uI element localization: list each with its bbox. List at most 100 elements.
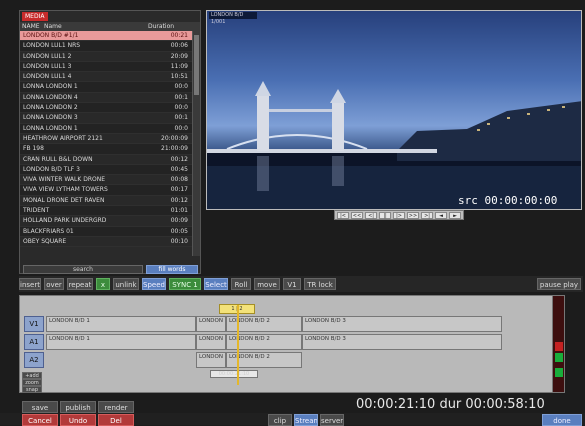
transport-button[interactable]: |< — [337, 212, 349, 219]
clip-duration: 00:1 — [174, 114, 188, 122]
timeline[interactable]: V1 LONDON B/D 1 LONDON B LONDON B/D 2 LONDON… — [19, 295, 565, 393]
toolbar-button[interactable]: Select — [204, 278, 228, 290]
toolbar-button[interactable]: unlink — [113, 278, 139, 290]
search-button[interactable]: search — [23, 265, 143, 274]
bin-row[interactable]: OBEY SQUARE 00:10 — [20, 236, 192, 248]
toolbar-button[interactable]: V1 — [283, 278, 301, 290]
toolbar-button[interactable]: over — [44, 278, 64, 290]
transport-button[interactable]: || — [379, 212, 391, 219]
bin-row[interactable]: VIVA VIEW LYTHAM TOWERS 00:17 — [20, 185, 192, 196]
mode-button[interactable]: server — [320, 414, 344, 426]
timeline-clip[interactable]: LONDON B — [196, 316, 226, 332]
bottom-button[interactable]: Del — [98, 414, 134, 426]
timeline-sub-button[interactable]: zoom — [22, 379, 42, 386]
edit-toolbar: insert over repeat x unlink Speed SYNC 1 Select… — [19, 276, 583, 292]
bin-row[interactable]: LONDON LUL1 NRS 00:06 — [20, 41, 192, 52]
bin-row[interactable]: VIVA WINTER WALK DRONE 00:08 — [20, 175, 192, 186]
filter-button[interactable]: fill words — [146, 265, 198, 274]
clip-duration: 00:45 — [170, 165, 188, 173]
playhead-timecode: 00:00:21:10 — [210, 370, 258, 378]
clip-name: MONAL DRONE DET RAVEN — [23, 196, 105, 204]
toolbar-button[interactable]: x — [96, 278, 110, 290]
timeline-clip[interactable]: LONDON B/D 3 — [302, 316, 502, 332]
mode-button[interactable]: clip — [268, 414, 292, 426]
toolbar-button[interactable]: TR lock — [304, 278, 336, 290]
column-header-name[interactable]: Name — [44, 22, 62, 31]
toolbar-button[interactable]: pause play — [537, 278, 581, 290]
toolbar-button[interactable]: repeat — [67, 278, 93, 290]
bin-row[interactable]: LONNA LONDON 3 00:1 — [20, 113, 192, 124]
toolbar-button[interactable]: move — [254, 278, 280, 290]
record-timecode: 00:00:21:10 dur 00:00:58:10 — [356, 397, 545, 412]
done-button[interactable]: done — [542, 414, 582, 426]
clip-name: CRAN RULL B&L DOWN — [23, 155, 93, 163]
bottom-button[interactable]: publish — [60, 401, 96, 413]
transport-button[interactable]: <| — [365, 212, 377, 219]
bin-tab[interactable]: MEDIA — [22, 12, 48, 21]
clip-duration: 20:00:09 — [161, 134, 188, 142]
toolbar-button[interactable]: insert — [19, 278, 41, 290]
bin-row[interactable]: LONDON B/D TLF 3 00:45 — [20, 164, 192, 176]
bin-row[interactable]: LONNA LONDON 4 00:1 — [20, 92, 192, 104]
clip-name: LONDON LUL1 3 — [23, 62, 72, 70]
bin-row[interactable]: FB 198 21:00:09 — [20, 144, 192, 155]
clip-name: HOLLAND PARK UNDERGRD — [23, 217, 107, 225]
bin-row[interactable]: LONNA LONDON 1 00:0 — [20, 123, 192, 134]
bin-scrollbar-thumb[interactable] — [194, 35, 199, 95]
clip-name: LONDON B/D #1/1 — [23, 32, 79, 39]
bottom-button[interactable]: Undo — [60, 414, 96, 426]
bin-row[interactable]: HEATHROW AIRPORT 2121 20:00:09 — [20, 133, 192, 145]
clip-name: OBEY SQUARE — [23, 237, 67, 245]
toolbar-button[interactable]: Speed — [142, 278, 166, 290]
bin-row[interactable]: HOLLAND PARK UNDERGRD 00:09 — [20, 216, 192, 227]
bin-row[interactable]: LONNA LONDON 1 00:0 — [20, 82, 192, 93]
bin-row[interactable]: LONDON LUL1 4 10:51 — [20, 72, 192, 83]
bin-row[interactable]: CRAN RULL B&L DOWN 00:12 — [20, 154, 192, 165]
transport-button[interactable]: |> — [393, 212, 405, 219]
source-viewer[interactable]: LONDON B/D 1/001 src 00:00:00:00 — [206, 10, 582, 210]
transport-button[interactable]: >| — [421, 212, 433, 219]
clip-name: LONNA LONDON 3 — [23, 114, 78, 122]
timeline-clip[interactable]: LONDON B/D 3 — [302, 334, 502, 350]
track-label[interactable]: A2 — [24, 352, 44, 368]
timeline-sub-button[interactable]: snap — [22, 386, 42, 393]
timeline-clip[interactable]: LONDON B — [196, 334, 226, 350]
bin-row[interactable]: MONAL DRONE DET RAVEN 00:12 — [20, 195, 192, 207]
clip-name: TRIDENT — [23, 207, 50, 215]
column-header[interactable]: NAME — [22, 22, 40, 31]
toolbar-button[interactable]: SYNC 1 — [169, 278, 201, 290]
toolbar-button[interactable]: Roll — [231, 278, 251, 290]
bottom-button[interactable]: Cancel — [22, 414, 58, 426]
column-header-duration[interactable]: Duration — [148, 22, 174, 31]
clip-name: LONNA LONDON 1 — [23, 83, 78, 91]
clip-name: LONNA LONDON 4 — [23, 93, 78, 101]
clip-name: LONNA LONDON 1 — [23, 124, 78, 132]
mode-button[interactable]: Stream — [294, 414, 318, 426]
bin-header: NAME Name Duration — [20, 22, 200, 31]
bin-list: LONDON B/D #1/1 00:21 LONDON LUL1 NRS 00:06… — [20, 31, 192, 256]
bottom-button[interactable]: save — [22, 401, 58, 413]
bottom-button[interactable]: render — [98, 401, 134, 413]
timeline-sub-button[interactable]: +add — [22, 372, 42, 379]
timeline-clip[interactable]: LONDON B/D 1 — [46, 334, 196, 350]
track-label[interactable]: V1 — [24, 316, 44, 332]
transport-button[interactable]: >> — [407, 212, 419, 219]
bin-row[interactable]: LONDON B/D #1/1 00:21 — [20, 31, 192, 42]
bin-row[interactable]: LONNA LONDON 2 00:0 — [20, 103, 192, 114]
bin-row[interactable]: TRIDENT 01:01 — [20, 206, 192, 217]
bin-scrollbar[interactable] — [192, 31, 200, 256]
clip-duration: 00:05 — [170, 227, 188, 235]
timeline-clip[interactable]: LONDON B — [196, 352, 226, 368]
bin-row[interactable]: BLACKFRIARS 01 00:05 — [20, 226, 192, 237]
timeline-clip[interactable]: LONDON B/D 1 — [46, 316, 196, 332]
playhead[interactable] — [237, 305, 239, 385]
clip-duration: 11:09 — [170, 62, 188, 70]
clip-duration: 00:17 — [170, 186, 188, 194]
clip-name: VIVA WINTER WALK DRONE — [23, 176, 106, 184]
bin-row[interactable]: LONDON LUL1 3 11:09 — [20, 61, 192, 73]
transport-button[interactable]: ► — [449, 212, 461, 219]
transport-button[interactable]: << — [351, 212, 363, 219]
bin-row[interactable]: LONDON LUL1 2 20:09 — [20, 51, 192, 62]
transport-button[interactable]: ◄ — [435, 212, 447, 219]
track-label[interactable]: A1 — [24, 334, 44, 350]
